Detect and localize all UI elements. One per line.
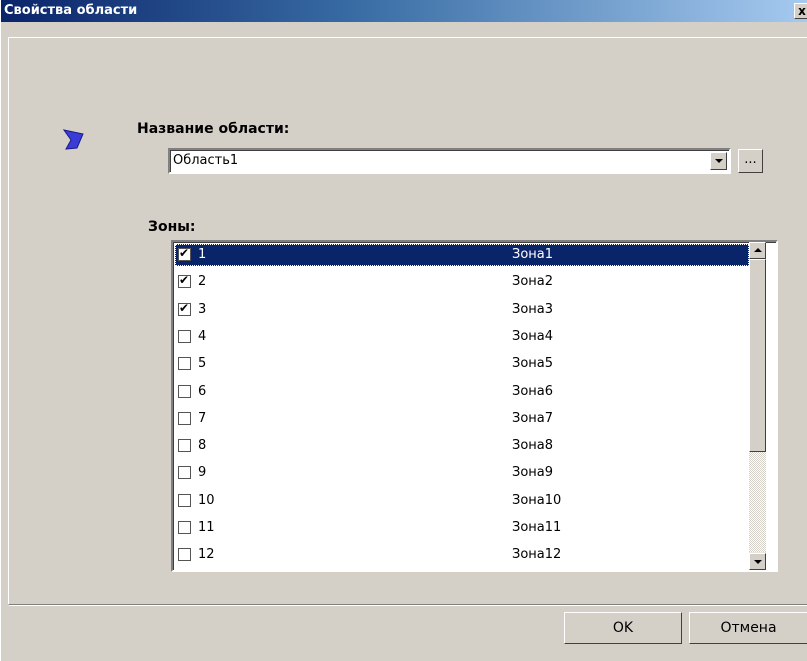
list-item[interactable]: 9 Зона9 (175, 462, 749, 484)
dropdown-button[interactable] (710, 152, 727, 170)
zone-checkbox[interactable] (178, 411, 191, 425)
zone-name: Зона2 (512, 274, 554, 290)
zone-name: Зона10 (512, 492, 562, 508)
zone-name: Зона4 (512, 328, 554, 344)
zone-name: Зона1 (512, 247, 554, 262)
dialog-window: Свойства области x Название области: Обл… (0, 0, 807, 661)
zone-number: 10 (198, 492, 215, 508)
check-icon: ✔ (179, 246, 190, 260)
zone-number: 3 (198, 301, 207, 317)
zone-name: Зона8 (512, 438, 554, 454)
zone-checkbox[interactable]: ✔ (178, 246, 191, 261)
zone-checkbox[interactable] (178, 521, 191, 534)
list-item[interactable]: ✔ 1 Зона1 (175, 244, 749, 266)
zone-checkbox[interactable] (178, 493, 191, 507)
zone-number: 1 (198, 247, 207, 262)
zone-checkbox[interactable] (178, 384, 191, 398)
zone-number: 9 (198, 465, 207, 481)
zone-checkbox[interactable]: ✔ (178, 300, 191, 316)
chevron-down-icon (715, 159, 723, 163)
zone-number: 11 (198, 520, 215, 535)
zone-name: Зона9 (512, 465, 554, 481)
list-item[interactable]: 12 Зона12 (175, 544, 749, 566)
list-item[interactable]: ✔ 2 Зона2 (175, 271, 749, 293)
zones-label: Зоны: (148, 219, 196, 235)
vertical-scrollbar[interactable] (749, 242, 766, 570)
area-icon (63, 129, 84, 150)
zone-number: 6 (198, 383, 207, 399)
title-bar[interactable]: Свойства области x (1, 0, 807, 22)
list-item[interactable]: 10 Зона10 (175, 490, 749, 512)
cancel-button[interactable]: Отмена (689, 612, 807, 644)
zone-name: Зона11 (512, 520, 562, 535)
area-name-value: Область1 (173, 153, 239, 168)
zones-list[interactable]: ✔ 1 Зона1 ✔ 2 Зона2 ✔ 3 Зона3 4 Зона4 5 Зона5 6 Зона6 7… (171, 240, 778, 572)
list-item[interactable]: 11 Зона11 (175, 517, 749, 539)
close-icon: x (798, 4, 806, 18)
arrow-down-icon (754, 560, 762, 564)
list-item[interactable]: ✔ 3 Зона3 (175, 299, 749, 321)
scroll-thumb[interactable] (749, 259, 766, 452)
zone-number: 7 (198, 410, 207, 426)
zone-checkbox[interactable] (178, 466, 191, 480)
zone-name: Зона12 (512, 547, 562, 563)
browse-button[interactable]: ... (738, 149, 763, 173)
zone-number: 12 (198, 547, 215, 563)
scroll-track[interactable] (749, 452, 766, 552)
zone-name: Зона7 (512, 410, 554, 426)
zone-number: 8 (198, 438, 207, 454)
list-item[interactable]: 8 Зона8 (175, 435, 749, 457)
list-item[interactable]: 5 Зона5 (175, 353, 749, 375)
list-item[interactable]: 6 Зона6 (175, 381, 749, 403)
area-name-combobox[interactable]: Область1 (168, 148, 731, 174)
zone-checkbox[interactable]: ✔ (178, 273, 191, 289)
ok-button[interactable]: OK (564, 612, 682, 644)
check-icon: ✔ (179, 273, 190, 288)
zone-checkbox[interactable] (178, 329, 191, 343)
zone-checkbox[interactable] (178, 439, 191, 453)
list-item[interactable]: 7 Зона7 (175, 408, 749, 430)
list-item[interactable]: 4 Зона4 (175, 326, 749, 348)
window-title: Свойства области (4, 3, 138, 18)
zone-checkbox[interactable] (178, 548, 191, 562)
scroll-up-button[interactable] (749, 242, 766, 259)
close-button[interactable]: x (794, 3, 807, 19)
area-name-label: Название области: (137, 121, 290, 137)
zone-name: Зона3 (512, 301, 554, 317)
zone-name: Зона5 (512, 356, 554, 372)
arrow-up-icon (754, 248, 762, 252)
zone-number: 4 (198, 328, 207, 344)
scroll-down-button[interactable] (749, 553, 766, 570)
zone-checkbox[interactable] (178, 357, 191, 371)
zone-number: 5 (198, 356, 207, 372)
check-icon: ✔ (179, 300, 190, 315)
zone-name: Зона6 (512, 383, 554, 399)
zone-number: 2 (198, 274, 207, 290)
